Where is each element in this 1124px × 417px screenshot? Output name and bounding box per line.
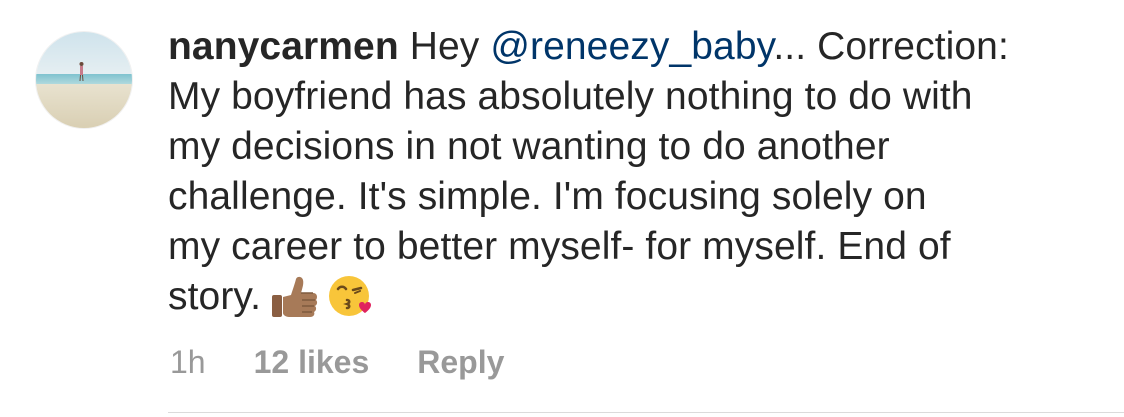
comment-line-5: my career to better myself- for myself. … xyxy=(168,225,951,268)
comment-text-segment: story. xyxy=(168,275,262,318)
comment-line-4: challenge. It's simple. I'm focusing sol… xyxy=(168,175,927,218)
divider xyxy=(168,412,1124,413)
comment-text-segment: Hey xyxy=(398,25,491,68)
comment-line-2: My boyfriend has absolutely nothing to d… xyxy=(168,75,973,118)
comment-line-1: nanycarmen Hey @reneezy_baby... Correcti… xyxy=(168,22,1098,72)
timestamp[interactable]: 1h xyxy=(170,344,206,380)
comment: nanycarmen Hey @reneezy_baby... Correcti… xyxy=(0,0,1124,417)
face-blowing-kiss-icon xyxy=(327,273,375,332)
comment-text: nanycarmen Hey @reneezy_baby... Correcti… xyxy=(168,22,1098,332)
comment-meta: 1h 12 likes Reply xyxy=(170,342,504,382)
avatar[interactable] xyxy=(36,32,132,128)
comment-line-6: story. xyxy=(168,272,1098,332)
mention-link[interactable]: @reneezy_baby xyxy=(490,25,773,68)
likes-count[interactable]: 12 likes xyxy=(254,344,370,380)
comment-line-3: my decisions in not wanting to do anothe… xyxy=(168,125,890,168)
username-link[interactable]: nanycarmen xyxy=(168,25,399,68)
thumbs-up-icon xyxy=(269,275,319,332)
avatar-beach-image xyxy=(36,32,132,128)
reply-button[interactable]: Reply xyxy=(417,344,504,380)
comment-text-segment: ... Correction: xyxy=(773,25,1009,68)
